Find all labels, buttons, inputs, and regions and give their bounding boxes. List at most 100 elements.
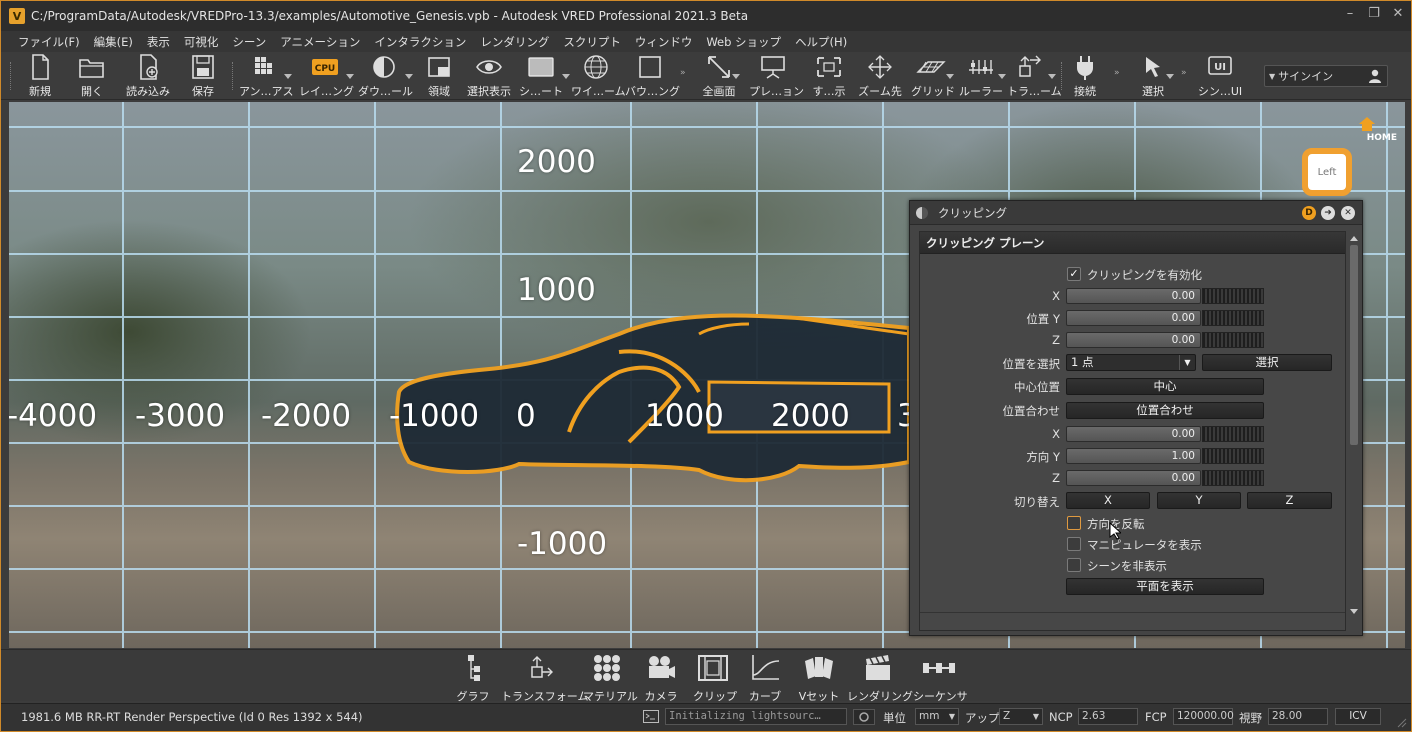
material-button[interactable]: マテリアル	[583, 653, 638, 704]
scene-ui-button[interactable]: UI シン…UI	[1196, 54, 1244, 98]
unit-select[interactable]: mm ▼	[915, 708, 959, 725]
show-plane-button[interactable]: 平面を表示	[1066, 578, 1264, 595]
dir-z-dial[interactable]	[1202, 470, 1264, 486]
dir-y-dial[interactable]	[1202, 448, 1264, 464]
dir-x-dial[interactable]	[1202, 426, 1264, 442]
arrow-right-icon[interactable]: ➜	[1321, 206, 1335, 220]
shaded-button[interactable]: シ…ート	[515, 54, 570, 98]
close-icon[interactable]: ✕	[1391, 7, 1405, 21]
fullscreen-button[interactable]: 全画面	[701, 54, 740, 98]
icv-button[interactable]: ICV	[1335, 708, 1381, 725]
wireframe-button[interactable]: ワイ…ーム	[571, 54, 626, 98]
curve-button[interactable]: カーブ	[745, 653, 785, 704]
home-icon[interactable]	[1358, 116, 1376, 132]
stop-icon[interactable]	[853, 709, 875, 725]
region-button[interactable]: 領域	[422, 54, 456, 98]
connect-button[interactable]: 接続	[1069, 54, 1101, 98]
clipping-panel-header[interactable]: クリッピング	[910, 201, 1362, 225]
graph-button[interactable]: グラフ	[453, 653, 493, 704]
minimize-icon[interactable]: –	[1343, 7, 1357, 21]
show-all-button[interactable]: す…示	[811, 54, 847, 98]
toggle-y-button[interactable]: Y	[1157, 492, 1241, 509]
pos-x-dial[interactable]	[1202, 288, 1264, 304]
dock-icon[interactable]: D	[1302, 206, 1316, 220]
terminal-icon[interactable]	[643, 710, 659, 723]
dir-x-field[interactable]: 0.00	[1066, 426, 1201, 442]
chevron-down-icon[interactable]	[405, 74, 413, 79]
toolbar-overflow-icon[interactable]: »	[1181, 68, 1187, 78]
maximize-icon[interactable]: ❐	[1367, 7, 1381, 21]
camera-button[interactable]: カメラ	[641, 653, 681, 704]
chevron-down-icon[interactable]	[346, 74, 354, 79]
chevron-down-icon[interactable]	[946, 74, 954, 79]
chevron-down-icon[interactable]	[998, 74, 1006, 79]
enable-clipping-checkbox[interactable]: ✓	[1067, 267, 1081, 281]
navcube-face[interactable]: Left	[1302, 148, 1352, 196]
chevron-down-icon[interactable]	[732, 74, 740, 79]
dir-z-field[interactable]: 0.00	[1066, 470, 1201, 486]
menu-window[interactable]: ウィンドウ	[628, 34, 700, 50]
up-select[interactable]: Z ▼	[999, 708, 1043, 725]
signin-dropdown[interactable]: ▼ サインイン	[1264, 65, 1388, 87]
toolbar-grip[interactable]	[10, 62, 13, 90]
menu-rendering[interactable]: レンダリング	[473, 34, 556, 50]
close-icon[interactable]: ✕	[1341, 206, 1355, 220]
toolbar-grip[interactable]	[232, 62, 235, 90]
transform-button[interactable]: トラ…ーム	[1007, 54, 1062, 98]
hide-scene-checkbox[interactable]	[1067, 558, 1081, 572]
presentation-button[interactable]: プレ…ョン	[749, 54, 804, 98]
chevron-down-icon[interactable]	[562, 74, 570, 79]
menu-visualization[interactable]: 可視化	[177, 34, 226, 50]
grid-button[interactable]: グリッド	[911, 54, 955, 98]
center-button[interactable]: 中心	[1066, 378, 1264, 395]
menu-script[interactable]: スクリプト	[556, 34, 628, 50]
menu-file[interactable]: ファイル(F)	[11, 34, 87, 50]
rendering-button[interactable]: レンダリング	[847, 653, 913, 704]
menu-webshop[interactable]: Web ショップ	[699, 34, 788, 50]
flip-direction-checkbox[interactable]	[1067, 516, 1081, 530]
menu-scene[interactable]: シーン	[225, 34, 273, 50]
chevron-down-icon[interactable]	[1166, 74, 1174, 79]
toolbar-overflow-icon[interactable]: »	[680, 68, 686, 78]
toggle-z-button[interactable]: Z	[1247, 492, 1332, 509]
menu-animation[interactable]: アニメーション	[273, 34, 367, 50]
menu-interaction[interactable]: インタラクション	[367, 34, 473, 50]
bounding-button[interactable]: バウ…ング	[625, 54, 680, 98]
antialias-button[interactable]: アン…アス	[239, 54, 294, 98]
select-button[interactable]: 選択	[1202, 354, 1332, 371]
resize-grip-icon[interactable]	[1397, 718, 1407, 728]
transform-module-button[interactable]: トランスフォーム	[501, 653, 588, 704]
ruler-button[interactable]: ルーラー	[959, 54, 1006, 98]
dir-y-field[interactable]: 1.00	[1066, 448, 1201, 464]
toolbar-grip[interactable]	[1061, 62, 1064, 90]
download-button[interactable]: ダウ…ール	[358, 54, 413, 98]
pos-z-dial[interactable]	[1202, 332, 1264, 348]
show-selected-button[interactable]: 選択表示	[464, 54, 514, 98]
ncp-field[interactable]: 2.63	[1078, 708, 1138, 725]
console-input[interactable]: Initializing lightsourc…	[665, 708, 847, 725]
chevron-down-icon[interactable]	[1048, 74, 1056, 79]
fov-field[interactable]: 28.00	[1268, 708, 1328, 725]
new-button[interactable]: 新規	[23, 54, 57, 98]
import-button[interactable]: 読み込み	[123, 54, 173, 98]
vset-button[interactable]: Vセット	[797, 653, 841, 704]
select-pos-combo[interactable]: 1 点 ▼	[1066, 354, 1196, 371]
align-button[interactable]: 位置合わせ	[1066, 402, 1264, 419]
menu-edit[interactable]: 編集(E)	[87, 34, 140, 50]
menu-help[interactable]: ヘルプ(H)	[788, 34, 854, 50]
section-clipping-plane[interactable]: クリッピング プレーン	[920, 232, 1345, 254]
zoom-to-button[interactable]: ズーム先	[857, 54, 903, 98]
sequencer-button[interactable]: シーケンサ	[913, 653, 968, 704]
home-label[interactable]: HOME	[1367, 133, 1397, 143]
save-button[interactable]: 保存	[187, 54, 219, 98]
panel-scrollbar[interactable]	[1349, 235, 1359, 615]
toolbar-overflow-icon[interactable]: »	[1114, 68, 1120, 78]
select-button[interactable]: 選択	[1135, 54, 1174, 98]
pos-x-field[interactable]: 0.00	[1066, 288, 1201, 304]
raytracing-button[interactable]: CPU レイ…ング	[299, 54, 354, 98]
open-button[interactable]: 開く	[75, 54, 109, 98]
chevron-down-icon[interactable]	[284, 74, 292, 79]
clip-button[interactable]: クリップ	[693, 653, 737, 704]
pos-z-field[interactable]: 0.00	[1066, 332, 1201, 348]
fcp-field[interactable]: 120000.00	[1173, 708, 1234, 725]
